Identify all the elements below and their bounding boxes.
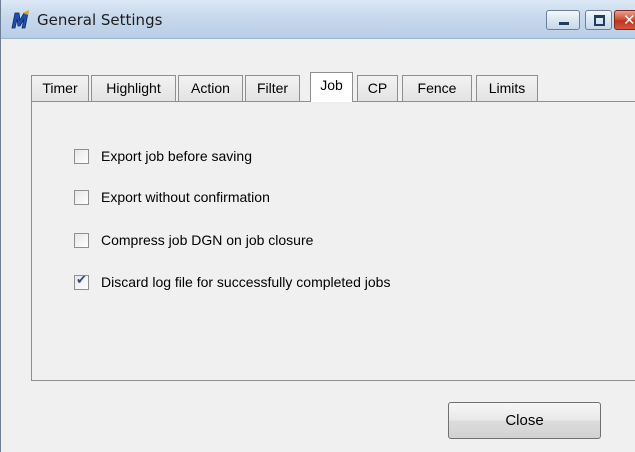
checkmark-icon: ✔ <box>76 273 87 288</box>
option-label: Discard log file for successfully comple… <box>101 274 391 290</box>
option-label: Export without confirmation <box>101 189 270 205</box>
maximize-icon <box>594 15 605 26</box>
tab-action[interactable]: Action <box>178 75 243 101</box>
option-label: Compress job DGN on job closure <box>101 232 314 248</box>
minimize-button[interactable] <box>546 10 580 30</box>
close-icon: ✕ <box>623 11 635 29</box>
microstation-m-icon <box>11 10 29 29</box>
general-settings-window: General Settings ✕ Timer Highlight Actio… <box>0 0 635 452</box>
tab-highlight[interactable]: Highlight <box>91 75 176 101</box>
checkbox[interactable] <box>74 233 89 248</box>
checkbox[interactable] <box>74 149 89 164</box>
minimize-icon <box>559 22 569 25</box>
close-window-button[interactable]: ✕ <box>614 10 635 30</box>
tab-timer[interactable]: Timer <box>31 75 89 101</box>
tab-fence[interactable]: Fence <box>402 75 472 101</box>
close-button[interactable]: Close <box>448 402 601 439</box>
option-label: Export job before saving <box>101 148 252 164</box>
tab-filter[interactable]: Filter <box>245 75 300 101</box>
tab-cp[interactable]: CP <box>357 75 398 101</box>
tab-job[interactable]: Job <box>310 72 353 102</box>
window-title: General Settings <box>37 11 163 29</box>
tab-limits[interactable]: Limits <box>476 75 538 101</box>
checkbox-checked[interactable]: ✔ <box>74 273 89 290</box>
checkbox[interactable] <box>74 190 89 205</box>
maximize-button[interactable] <box>585 10 612 30</box>
title-bar[interactable]: General Settings ✕ <box>1 0 635 39</box>
